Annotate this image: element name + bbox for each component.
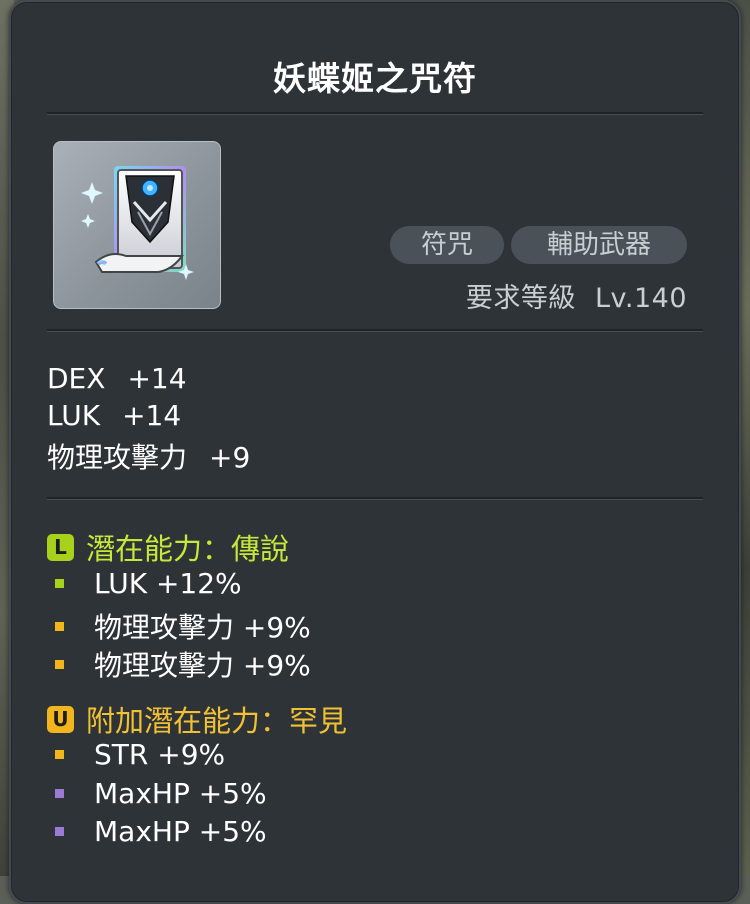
epic-bullet-icon (55, 789, 64, 798)
stat-line: DEX +14 (47, 362, 187, 395)
required-level-value: Lv.140 (594, 283, 687, 314)
potential-header-label: 潛在能力：傳說 (86, 532, 290, 566)
additional-potential-line-text: MaxHP +5% (94, 777, 267, 810)
additional-potential-line: MaxHP +5% (49, 815, 267, 848)
potential-line: 物理攻擊力 +9% (49, 606, 311, 646)
additional-potential-line: MaxHP +5% (49, 777, 267, 810)
unique-bullet-icon (55, 621, 64, 631)
divider (47, 112, 703, 115)
stat-line: 物理攻擊力 +9 (47, 436, 250, 476)
potential-line-text: 物理攻擊力 +9% (94, 611, 311, 644)
epic-bullet-icon (55, 827, 64, 836)
item-name: 妖蝶姬之咒符 (273, 59, 477, 98)
stat-line: LUK +14 (47, 399, 181, 432)
legendary-bullet-icon (55, 579, 64, 588)
unique-badge-icon: U (47, 705, 74, 733)
additional-potential-line-text: STR +9% (94, 738, 226, 771)
additional-potential-line: STR +9% (49, 738, 225, 771)
stat-value: +14 (127, 362, 187, 395)
required-level: 要求等級 Lv.140 (466, 276, 687, 315)
additional-potential-line-text: MaxHP +5% (94, 815, 267, 848)
stat-value: +9 (209, 441, 251, 474)
unique-bullet-icon (55, 659, 64, 669)
potential-line-text: 物理攻擊力 +9% (94, 649, 311, 682)
stat-name: LUK (47, 399, 101, 432)
item-tag-category: 符咒 (390, 226, 504, 264)
stat-value: +14 (122, 399, 182, 432)
item-icon-frame (53, 141, 221, 309)
legendary-badge-icon: L (47, 533, 74, 561)
divider (47, 497, 703, 500)
divider (47, 329, 703, 332)
additional-potential-header: U 附加潛在能力：罕見 (47, 698, 347, 740)
unique-bullet-icon (55, 750, 64, 759)
potential-header: L 潛在能力：傳說 (47, 526, 289, 568)
stat-name: DEX (47, 362, 106, 395)
talisman-icon (81, 166, 194, 280)
potential-line-text: LUK +12% (94, 567, 242, 600)
required-level-label: 要求等級 (465, 283, 576, 314)
potential-line: LUK +12% (49, 567, 242, 600)
item-tooltip: 妖蝶姬之咒符 符咒 輔助武器 要求等級 Lv.140 DEX +14 LUK +… (9, 0, 741, 904)
potential-line: 物理攻擊力 +9% (49, 644, 311, 684)
item-tag-type: 輔助武器 (511, 226, 687, 264)
additional-potential-header-label: 附加潛在能力：罕見 (86, 704, 348, 738)
stat-name: 物理攻擊力 (47, 441, 188, 474)
